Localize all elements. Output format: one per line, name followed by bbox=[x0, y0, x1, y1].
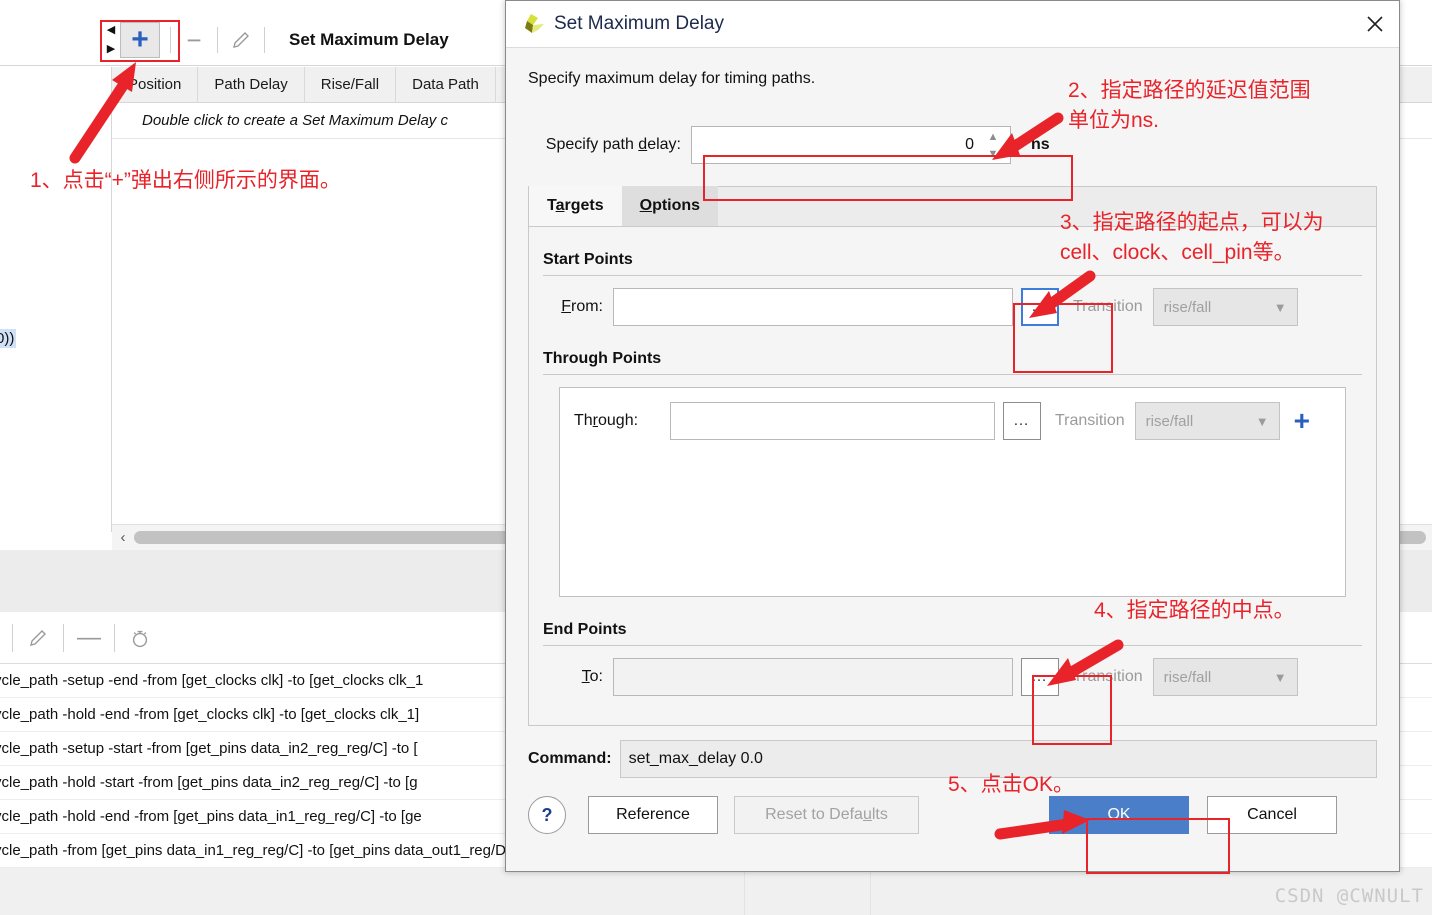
tab-targets[interactable]: Targets bbox=[529, 186, 622, 226]
pencil-icon[interactable] bbox=[25, 625, 51, 651]
through-points-heading: Through Points bbox=[543, 350, 662, 367]
from-label-post: rom: bbox=[571, 298, 603, 315]
path-delay-label-mnemonic: d bbox=[638, 136, 648, 153]
through-label-post: ough: bbox=[598, 412, 639, 429]
to-input[interactable] bbox=[613, 658, 1013, 696]
pencil-icon[interactable] bbox=[228, 27, 254, 53]
path-delay-label: Specify path delay: bbox=[528, 136, 691, 154]
tab-targets-mnemonic: a bbox=[555, 197, 565, 214]
through-input[interactable] bbox=[670, 402, 995, 440]
column-header-path-delay[interactable]: Path Delay bbox=[198, 66, 305, 103]
column-header-rise-fall[interactable]: Rise/Fall bbox=[305, 66, 397, 103]
to-label: To: bbox=[543, 668, 613, 686]
screenshot-root: ◀ ▶ + − Set Maximum Delay Position Path D… bbox=[0, 0, 1432, 915]
highlight-box-ok bbox=[1086, 818, 1230, 874]
spinner-up-icon[interactable]: ▲ bbox=[988, 131, 999, 142]
tab-targets-post: rgets bbox=[564, 197, 604, 214]
command-text: ycle_path -hold -end -from [get_pins dat… bbox=[0, 808, 422, 825]
tab-targets-pre: T bbox=[547, 197, 556, 214]
add-through-point-button[interactable]: + bbox=[1294, 407, 1310, 435]
path-delay-value: 0 bbox=[965, 136, 974, 153]
column-header-data-path[interactable]: Data Path bbox=[396, 66, 496, 103]
reset-label-post: lts bbox=[871, 806, 888, 823]
through-label-pre: Th bbox=[574, 412, 593, 429]
annotation-step-5: 5、点击OK。 bbox=[948, 773, 1075, 796]
tab-options-mnemonic: O bbox=[639, 197, 653, 214]
through-transition-label: Transition bbox=[1055, 412, 1125, 429]
toolbar2-divider-1 bbox=[12, 623, 13, 652]
reset-to-defaults-button: Reset to Defa u lts bbox=[734, 796, 919, 834]
start-points-rule bbox=[543, 275, 1362, 276]
through-points-rule bbox=[543, 374, 1362, 375]
command-text: ycle_path -hold -end -from [get_clocks c… bbox=[0, 706, 420, 723]
chevron-down-icon[interactable]: ▼ bbox=[1274, 300, 1287, 315]
command-text: ycle_path -setup -end -from [get_clocks … bbox=[0, 672, 424, 689]
column-header-position[interactable]: Position bbox=[112, 66, 199, 103]
toolbar-divider-2 bbox=[217, 26, 218, 53]
command-text: ycle_path -hold -start -from [get_pins d… bbox=[0, 774, 418, 791]
annotation-step-1: 1、点击“+”弹出右侧所示的界面。 bbox=[30, 169, 341, 192]
chevron-down-icon[interactable]: ▼ bbox=[1274, 670, 1287, 685]
to-field-row: To: … Transition rise/fall ▼ bbox=[529, 658, 1376, 696]
command-text: ycle_path -setup -start -from [get_pins … bbox=[0, 740, 418, 757]
command-label: Command: bbox=[528, 750, 612, 767]
close-icon[interactable] bbox=[1351, 1, 1399, 47]
highlight-box-path-delay bbox=[703, 155, 1073, 201]
remove-constraint-button[interactable]: − bbox=[181, 27, 207, 53]
from-field-row: From: … Transition rise/fall ▼ bbox=[529, 288, 1376, 326]
to-transition-value: rise/fall bbox=[1163, 668, 1212, 686]
help-button[interactable]: ? bbox=[528, 796, 566, 834]
toolbar-divider-3 bbox=[264, 26, 265, 53]
toolbar2-divider-2 bbox=[63, 623, 64, 652]
from-transition-select[interactable]: rise/fall ▼ bbox=[1152, 288, 1298, 326]
to-label-mnemonic: T bbox=[581, 668, 590, 685]
toolbar2-divider-3 bbox=[114, 623, 115, 652]
through-transition-select[interactable]: rise/fall ▼ bbox=[1134, 402, 1280, 440]
dialog-title: Set Maximum Delay bbox=[554, 13, 724, 34]
page-title: Set Maximum Delay bbox=[289, 29, 449, 49]
through-transition-value: rise/fall bbox=[1145, 412, 1194, 430]
rail-fragment-2: 0)) bbox=[0, 329, 17, 348]
to-label-post: o: bbox=[589, 668, 603, 685]
path-delay-label-pre: Specify path bbox=[545, 136, 639, 153]
left-rail: ) 0)) ) bbox=[0, 67, 112, 532]
reset-label-pre: Reset to Defa bbox=[765, 806, 863, 823]
through-label: Through: bbox=[574, 412, 670, 430]
vivado-logo-icon bbox=[520, 13, 546, 35]
from-transition-value: rise/fall bbox=[1163, 298, 1212, 316]
from-label: From: bbox=[543, 298, 613, 316]
through-browse-button[interactable]: … bbox=[1003, 402, 1041, 440]
through-field-row: Through: … Transition rise/fall ▼ + bbox=[574, 402, 1331, 440]
to-transition-select[interactable]: rise/fall ▼ bbox=[1152, 658, 1298, 696]
reference-button[interactable]: Reference bbox=[588, 796, 718, 834]
watermark: CSDN @CWNULT bbox=[1274, 885, 1424, 907]
timer-icon[interactable] bbox=[127, 625, 153, 651]
dialog-title-bar: Set Maximum Delay bbox=[506, 1, 1399, 48]
command-text: ycle_path -from [get_pins data_in1_reg_r… bbox=[0, 842, 523, 859]
from-label-mnemonic: F bbox=[561, 298, 571, 315]
highlight-box-plus bbox=[100, 20, 180, 62]
end-points-rule bbox=[543, 645, 1362, 646]
reset-label-mnemonic: u bbox=[862, 806, 872, 823]
chevron-down-icon[interactable]: ▼ bbox=[1256, 414, 1269, 429]
annotation-step-4: 4、指定路径的中点。 bbox=[1094, 599, 1295, 622]
annotation-step-2: 2、指定路径的延迟值范围 单位为ns. bbox=[1068, 79, 1311, 132]
highlight-box-from-browse bbox=[1013, 303, 1113, 373]
scroll-left-arrow-icon[interactable]: ‹ bbox=[112, 529, 134, 546]
annotation-step-3: 3、指定路径的起点，可以为 cell、clock、cell_pin等。 bbox=[1060, 211, 1324, 264]
path-delay-unit: ns bbox=[1031, 136, 1050, 153]
highlight-box-to-browse bbox=[1032, 675, 1112, 745]
minus-button[interactable]: — bbox=[76, 625, 102, 651]
from-input[interactable] bbox=[613, 288, 1013, 326]
dialog-button-bar: ? Reference Reset to Defa u lts OK Cancel bbox=[528, 796, 1377, 834]
path-delay-label-post: elay: bbox=[647, 136, 681, 153]
through-points-box: Through: … Transition rise/fall ▼ + bbox=[559, 387, 1346, 597]
tab-options-post: ptions bbox=[652, 197, 701, 214]
